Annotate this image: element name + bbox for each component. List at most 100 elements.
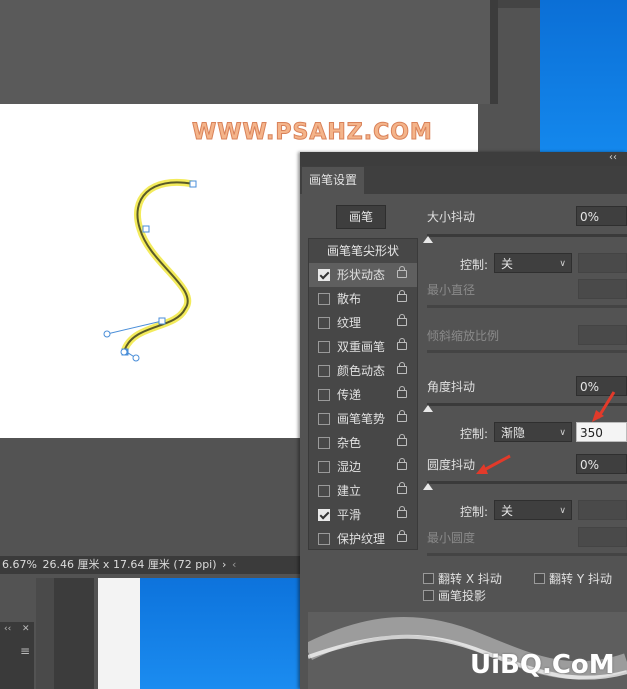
second-window-canvas (98, 578, 140, 689)
size-jitter-thumb[interactable] (423, 236, 433, 243)
tilt-scale-field (578, 325, 627, 345)
brush-option-item[interactable]: 湿边 (309, 455, 417, 479)
brush-option-checkbox[interactable] (318, 437, 330, 449)
brush-option-checkbox[interactable] (318, 317, 330, 329)
tab-brush-settings[interactable]: 画笔设置 (302, 167, 364, 194)
lock-icon[interactable] (397, 266, 407, 278)
brush-option-label: 建立 (337, 484, 362, 498)
mini-panel-menu-icon[interactable]: ≡ (20, 644, 30, 658)
angle-jitter-thumb[interactable] (423, 405, 433, 412)
lock-icon[interactable] (397, 410, 407, 422)
lock-icon[interactable] (397, 386, 407, 398)
roundness-control-value: 关 (501, 504, 514, 518)
tilt-scale-slider (427, 350, 627, 353)
min-diameter-slider (427, 305, 627, 308)
lock-icon[interactable] (397, 482, 407, 494)
brush-option-checkbox[interactable] (318, 485, 330, 497)
brush-option-item[interactable]: 形状动态 (309, 263, 417, 287)
chevron-down-icon: ∨ (559, 428, 566, 438)
min-diameter-field (578, 279, 627, 299)
lock-icon[interactable] (397, 290, 407, 302)
brush-option-label: 保护纹理 (337, 532, 386, 546)
brush-option-checkbox[interactable] (318, 365, 330, 377)
lock-icon[interactable] (397, 506, 407, 518)
roundness-control-extra (578, 500, 627, 520)
brush-option-item[interactable]: 双重画笔 (309, 335, 417, 359)
zoom-level[interactable]: 6.67% (2, 558, 37, 571)
roundness-jitter-thumb[interactable] (423, 483, 433, 490)
panel-header-bar (300, 152, 627, 166)
workspace-divider (490, 0, 498, 104)
roundness-jitter-label: 圆度抖动 (427, 458, 476, 472)
flip-y-label: 翻转 Y 抖动 (549, 572, 612, 586)
brushes-button[interactable]: 画笔 (336, 205, 386, 229)
document-size[interactable]: 26.46 厘米 x 17.64 厘米 (72 ppi) (42, 558, 216, 571)
panel-collapse-icon[interactable]: ‹‹ (609, 152, 617, 163)
lock-icon[interactable] (397, 434, 407, 446)
angle-jitter-label: 角度抖动 (427, 380, 476, 394)
brush-option-item[interactable]: 纹理 (309, 311, 417, 335)
size-jitter-slider[interactable] (427, 234, 627, 237)
mini-panel: ‹‹ ✕ ≡ (0, 622, 34, 689)
brush-option-item[interactable]: 散布 (309, 287, 417, 311)
second-window-toolbar (36, 578, 54, 689)
lock-icon[interactable] (397, 458, 407, 470)
status-arrow-left-icon[interactable]: ‹ (232, 558, 236, 571)
control-label-2: 控制: (460, 427, 489, 441)
lock-icon[interactable] (397, 362, 407, 374)
brush-option-label: 杂色 (337, 436, 362, 450)
roundness-jitter-slider[interactable] (427, 481, 627, 484)
brush-option-label: 颜色动态 (337, 364, 386, 378)
brush-options-list: 画笔笔尖形状 形状动态散布纹理 双重画笔颜色动态传递画笔笔势杂色湿边建立平滑保护纹… (308, 238, 418, 550)
site-watermark: UiBQ.CoM (470, 650, 615, 680)
min-roundness-field (578, 527, 627, 547)
panel-edge (498, 0, 540, 8)
size-jitter-label: 大小抖动 (427, 210, 476, 224)
brush-option-item[interactable]: 颜色动态 (309, 359, 417, 383)
flip-x-checkbox[interactable] (423, 573, 434, 584)
brush-option-item[interactable]: 建立 (309, 479, 417, 503)
brush-option-label: 湿边 (337, 460, 362, 474)
mini-panel-collapse-icon[interactable]: ‹‹ (4, 624, 11, 634)
desktop-background (540, 0, 627, 160)
status-arrow-icon[interactable]: › (222, 558, 226, 571)
brush-option-item[interactable]: 传递 (309, 383, 417, 407)
second-window-gutter (54, 578, 94, 689)
size-jitter-field[interactable]: 0% (576, 206, 627, 226)
brush-projection-label: 画笔投影 (438, 589, 487, 603)
roundness-jitter-field[interactable]: 0% (576, 454, 627, 474)
chevron-down-icon: ∨ (559, 506, 566, 516)
flip-x-label: 翻转 X 抖动 (438, 572, 502, 586)
brush-option-checkbox[interactable] (318, 413, 330, 425)
tilt-scale-label: 倾斜缩放比例 (427, 329, 500, 343)
size-control-select[interactable]: 关 ∨ (494, 253, 572, 273)
brush-option-item[interactable]: 画笔笔势 (309, 407, 417, 431)
brush-tip-shape-item[interactable]: 画笔笔尖形状 (309, 239, 417, 263)
brush-option-checkbox[interactable] (318, 269, 330, 281)
lock-icon[interactable] (397, 530, 407, 542)
angle-control-select[interactable]: 渐隐 ∨ (494, 422, 572, 442)
size-control-value: 关 (501, 257, 514, 271)
brush-option-checkbox[interactable] (318, 293, 330, 305)
workspace-lower (0, 438, 300, 556)
brush-option-item[interactable]: 杂色 (309, 431, 417, 455)
brush-option-item[interactable]: 平滑 (309, 503, 417, 527)
brush-option-checkbox[interactable] (318, 389, 330, 401)
brush-option-label: 画笔笔势 (337, 412, 386, 426)
control-label-1: 控制: (460, 258, 489, 272)
min-roundness-slider (427, 553, 627, 556)
brush-option-item[interactable]: 保护纹理 (309, 527, 417, 551)
roundness-control-select[interactable]: 关 ∨ (494, 500, 572, 520)
lock-icon[interactable] (397, 338, 407, 350)
angle-control-value: 渐隐 (501, 426, 526, 440)
workspace-top (0, 0, 490, 104)
lock-icon[interactable] (397, 314, 407, 326)
brush-option-checkbox[interactable] (318, 461, 330, 473)
brush-option-label: 散布 (337, 292, 362, 306)
flip-y-checkbox[interactable] (534, 573, 545, 584)
brush-option-checkbox[interactable] (318, 341, 330, 353)
brush-projection-checkbox[interactable] (423, 590, 434, 601)
mini-panel-close-icon[interactable]: ✕ (22, 624, 30, 634)
brush-option-checkbox[interactable] (318, 509, 330, 521)
brush-option-checkbox[interactable] (318, 533, 330, 545)
